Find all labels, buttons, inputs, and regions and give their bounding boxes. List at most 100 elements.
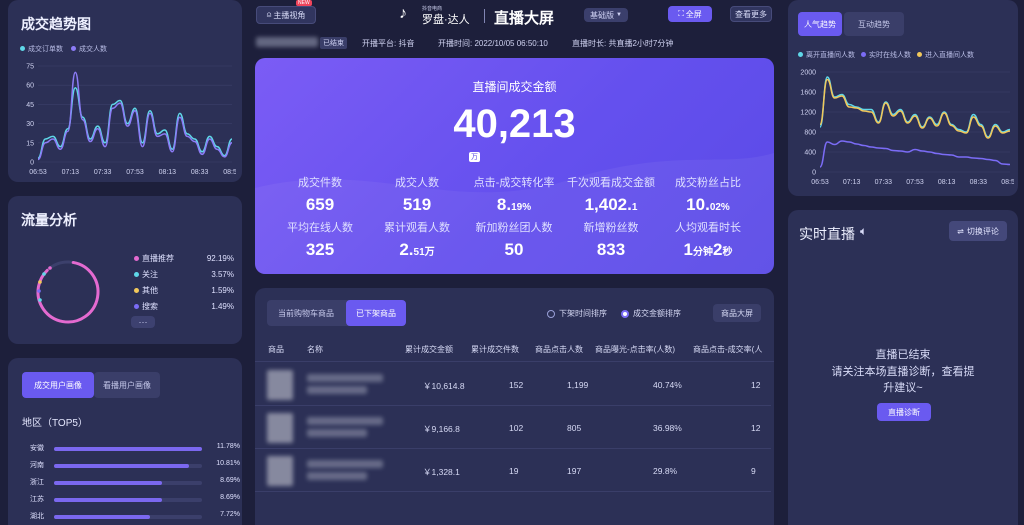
start-time-info: 开播时间: 2022/10/05 06:50:10 — [438, 39, 548, 48]
region-name: 河南 — [30, 462, 44, 469]
col-count: 累计成交件数 — [471, 345, 519, 354]
view-more-button[interactable]: 查看更多 — [730, 6, 772, 22]
metric-value: 325 — [305, 240, 335, 259]
hero-metric: 人均观看时长 1分钟2秒 — [653, 219, 763, 260]
region-value: 8.69% — [220, 494, 240, 501]
metric-label: 成交件数 — [298, 177, 342, 189]
trend-card: 成交趋势图 成交订单数 成交人数 75 60 45 30 15 0 06:53 07:13 07… — [8, 0, 242, 182]
traffic-more-button[interactable]: ··· — [131, 316, 155, 328]
metric-value: 10.02% — [686, 195, 730, 214]
x-tick-label: 08:13 — [938, 179, 956, 186]
tab-current-cart[interactable]: 当前购物车商品 — [267, 300, 345, 326]
traffic-source-label: 其他 — [142, 285, 158, 295]
x-tick-label: 07:53 — [906, 179, 924, 186]
traffic-source-dot — [134, 271, 139, 277]
sort-by-amount-radio[interactable]: 成交金额排序 — [621, 308, 681, 319]
product-count: 102 — [509, 423, 524, 433]
region-bar-fill — [54, 447, 202, 451]
product-ctr: 36.98% — [653, 423, 682, 433]
region-name: 浙江 — [30, 479, 44, 486]
x-tick-label: 07:33 — [875, 179, 893, 186]
fullscreen-button[interactable]: ⛶ 全屏 — [668, 6, 712, 22]
region-bar-fill — [54, 481, 163, 485]
portrait-card: 成交用户画像 看播用户画像 地区（TOP5） 安徽 11.78% 河南 10.81% 浙… — [8, 358, 242, 525]
col-clicks: 商品点击人数 — [535, 345, 583, 354]
metric-label: 成交粉丝占比 — [675, 177, 741, 189]
product-amount: ￥9,166.8 — [423, 424, 460, 434]
series-line — [37, 87, 233, 159]
product-clicks: 1,199 — [567, 380, 589, 390]
metric-label: 平均在线人数 — [287, 222, 353, 234]
tab-viewer-portrait[interactable]: 看播用户画像 — [94, 372, 160, 398]
series-line — [819, 78, 1011, 139]
metric-value: 1分钟2秒 — [683, 240, 733, 259]
hero-metric: 新加粉丝团人数 50 — [459, 219, 569, 260]
region-bar-fill — [54, 464, 189, 468]
y-tick-label: 45 — [26, 102, 34, 109]
traffic-legend: 直播推荐 92.19% 关注 3.57% 其他 1.59% 搜索 1.49% — [134, 250, 234, 314]
product-name-line2 — [307, 386, 367, 394]
product-clicks: 805 — [567, 423, 582, 433]
table-row[interactable]: ￥9,166.8 102 805 36.98% 12 — [255, 407, 771, 449]
metric-value: 50 — [504, 240, 524, 259]
product-name-line2 — [307, 472, 367, 480]
region-name: 湖北 — [30, 513, 44, 520]
x-tick-label: 07:13 — [843, 179, 861, 186]
region-bar-track — [54, 481, 202, 485]
brand-name: 罗盘·达人 — [422, 14, 470, 26]
hero-title: 直播间成交金额 — [472, 80, 557, 94]
metric-value: 833 — [596, 240, 626, 259]
y-tick-label: 60 — [26, 83, 34, 90]
radio-empty-icon — [547, 309, 555, 318]
product-cvr: 9 — [751, 466, 756, 476]
sort-by-removal-radio[interactable]: 下架时间排序 — [547, 308, 607, 319]
y-tick-label: 0 — [30, 160, 34, 167]
speaker-mute-icon[interactable]: 🔈︎ — [860, 224, 867, 239]
switch-comments-button[interactable]: ⇌ 切换评论 — [949, 221, 1007, 241]
traffic-title: 流量分析 — [21, 212, 77, 228]
legend-online: 实时在线人数 — [861, 50, 911, 60]
metric-value: 2.51万 — [399, 240, 435, 259]
y-tick-label: 1600 — [800, 90, 816, 97]
popularity-chart: 2000 1600 1200 800 400 0 06:53 07:13 07:33 07:53 0… — [800, 70, 1014, 187]
tab-buyer-portrait[interactable]: 成交用户画像 — [22, 372, 94, 398]
trend-title: 成交趋势图 — [21, 16, 91, 32]
anchor-name — [256, 37, 318, 47]
product-clicks: 197 — [567, 466, 582, 476]
traffic-source-value: 92.19% — [206, 253, 234, 263]
product-name — [307, 460, 383, 468]
region-bar-track — [54, 515, 202, 519]
tab-interaction[interactable]: 互动趋势 — [844, 12, 904, 36]
host-view-button[interactable]: ⍝ 主播视角 — [256, 6, 316, 24]
y-tick-label: 0 — [812, 170, 816, 177]
hero-amount: 40,213 — [453, 102, 576, 146]
traffic-donut — [36, 260, 100, 324]
screen-title: 直播大屏 — [494, 10, 555, 27]
product-big-screen-button[interactable]: 商品大屏 — [713, 304, 761, 322]
table-row[interactable]: ￥1,328.1 19 197 29.8% 9 — [255, 450, 771, 492]
x-tick-label: 07:53 — [126, 169, 144, 176]
hero-metric: 成交粉丝占比 10.02% — [653, 174, 763, 215]
edition-dropdown[interactable]: 基础版 ▼ — [584, 8, 628, 22]
col-cvr: 商品点击-成交率(人 — [693, 345, 763, 354]
metric-label: 新加粉丝团人数 — [475, 222, 553, 234]
product-ctr: 40.74% — [653, 380, 682, 390]
live-hint-2: 升建议~ — [883, 382, 923, 394]
y-tick-label: 15 — [26, 140, 34, 147]
region-value: 10.81% — [216, 460, 240, 467]
metric-value: 519 — [402, 195, 432, 214]
tab-removed-products[interactable]: 已下架商品 — [346, 300, 406, 326]
live-diagnose-button[interactable]: 直播诊断 — [877, 403, 931, 421]
table-row[interactable]: ￥10,614.8 152 1,199 40.74% 12 — [255, 364, 771, 406]
hero-metric: 新增粉丝数 833 — [556, 219, 666, 260]
user-icon: ⍝ — [266, 10, 272, 19]
product-thumbnail — [267, 413, 293, 443]
trend-chart: 75 60 45 30 15 0 06:53 07:13 07:33 07:53 08:13 08:3… — [26, 64, 236, 177]
series-line — [819, 140, 1011, 168]
tab-popularity[interactable]: 人气趋势 — [798, 12, 842, 36]
traffic-source-value: 1.49% — [211, 301, 234, 311]
tiktok-logo-icon: ♪ — [399, 5, 407, 22]
live-card: 实时直播 🔈︎ ⇌ 切换评论 直播已结束 请关注本场直播诊断，查看提 升建议~ 直… — [788, 210, 1018, 525]
region-row: 河南 10.81% — [30, 459, 240, 473]
product-thumbnail — [267, 370, 293, 400]
